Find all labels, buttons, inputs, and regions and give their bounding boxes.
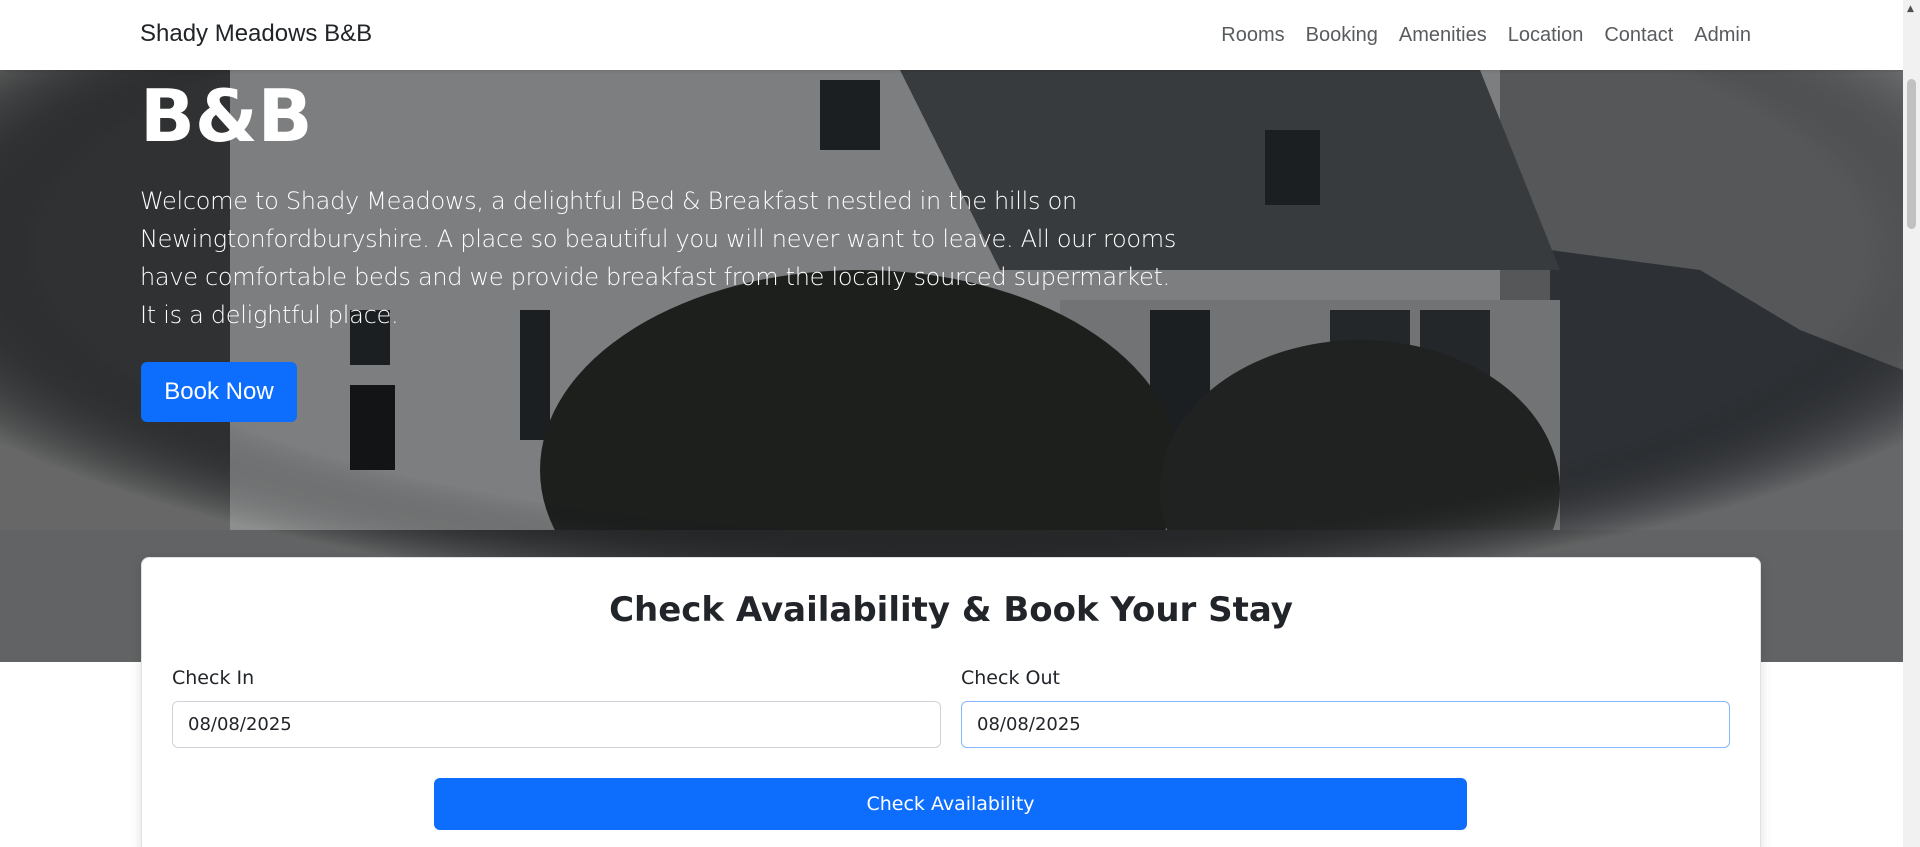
booking-title: Check Availability & Book Your Stay <box>609 590 1293 630</box>
hero-description: Welcome to Shady Meadows, a delightful B… <box>140 187 1177 329</box>
nav-link-location[interactable]: Location <box>1508 24 1584 47</box>
check-out-label: Check Out <box>961 667 1060 689</box>
brand-link[interactable]: Shady Meadows B&B <box>140 20 372 48</box>
check-in-label: Check In <box>172 667 255 689</box>
nav-link-contact[interactable]: Contact <box>1604 24 1673 47</box>
nav-links: Rooms Booking Amenities Location Contact… <box>1221 24 1751 47</box>
nav-link-booking[interactable]: Booking <box>1306 24 1378 47</box>
scroll-thumb[interactable] <box>1907 79 1916 229</box>
nav-link-rooms[interactable]: Rooms <box>1221 24 1284 47</box>
page-scrollbar[interactable]: ▲ <box>1903 0 1920 847</box>
hero-title: B&B <box>140 74 313 158</box>
booking-card: Check Availability & Book Your Stay Chec… <box>141 557 1761 847</box>
nav-link-admin[interactable]: Admin <box>1694 24 1751 47</box>
check-in-input[interactable] <box>172 701 941 748</box>
nav-link-amenities[interactable]: Amenities <box>1399 24 1487 47</box>
navbar: Shady Meadows B&B Rooms Booking Amenitie… <box>0 0 1903 70</box>
book-now-button[interactable]: Book Now <box>141 362 297 422</box>
check-out-input[interactable] <box>961 701 1730 748</box>
check-availability-button[interactable]: Check Availability <box>434 778 1467 830</box>
scroll-up-arrow-icon[interactable]: ▲ <box>1907 4 1914 14</box>
